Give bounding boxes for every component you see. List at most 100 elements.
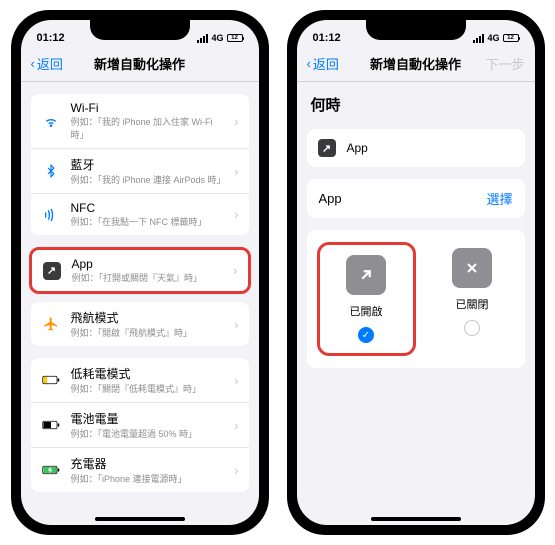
bluetooth-icon bbox=[41, 161, 61, 181]
content-left[interactable]: Wi-Fi 例如：「我的 iPhone 加入住家 Wi-Fi 時」 › 藍牙 例… bbox=[21, 82, 259, 515]
nav-bar: ‹ 返回 新增自動化操作 bbox=[21, 50, 259, 82]
group-connectivity: Wi-Fi 例如：「我的 iPhone 加入住家 Wi-Fi 時」 › 藍牙 例… bbox=[31, 94, 249, 235]
row-app-selected[interactable]: ↗ App bbox=[307, 129, 525, 167]
row-text: NFC 例如：「在我點一下 NFC 標籤時」 bbox=[71, 201, 225, 228]
when-title: 何時 bbox=[297, 82, 535, 117]
row-sub: 例如：「打開或關閉『天氣』時」 bbox=[72, 271, 224, 284]
page-title: 新增自動化操作 bbox=[81, 54, 199, 73]
status-time: 01:12 bbox=[37, 32, 65, 44]
chevron-right-icon: › bbox=[234, 164, 238, 179]
row-nfc[interactable]: NFC 例如：「在我點一下 NFC 標籤時」 › bbox=[31, 194, 249, 235]
row-title: App bbox=[347, 141, 368, 155]
back-button[interactable]: ‹ 返回 bbox=[307, 54, 357, 73]
chevron-right-icon: › bbox=[234, 114, 238, 129]
phone-left: 01:12 4G 12 ‹ 返回 新增自動化操作 bbox=[11, 10, 269, 535]
screen-right: 01:12 4G 12 ‹ 返回 新增自動化操作 下一步 何時 ↗ bbox=[297, 20, 535, 525]
phone-right: 01:12 4G 12 ‹ 返回 新增自動化操作 下一步 何時 ↗ bbox=[287, 10, 545, 535]
close-x-icon bbox=[452, 248, 492, 288]
signal-icon bbox=[473, 34, 484, 43]
notch bbox=[90, 20, 190, 40]
row-text: 電池電量 例如：「電池電量超過 50% 時」 bbox=[71, 410, 225, 440]
chevron-right-icon: › bbox=[234, 373, 238, 388]
row-sub: 例如：「開啟『飛航模式』時」 bbox=[71, 326, 225, 339]
row-sub: 例如：「我的 iPhone 加入住家 Wi-Fi 時」 bbox=[71, 115, 225, 141]
wifi-icon bbox=[41, 111, 61, 131]
back-label: 返回 bbox=[37, 54, 63, 73]
row-lowpower[interactable]: 低耗電模式 例如：「關閉『低耗電模式』時」 › bbox=[31, 358, 249, 403]
option-grid: 已開啟 ✓ 已關閉 bbox=[307, 230, 525, 368]
nfc-icon bbox=[41, 205, 61, 225]
signal-icon bbox=[197, 34, 208, 43]
select-link[interactable]: 選擇 bbox=[486, 189, 512, 208]
battery-icon: 12 bbox=[503, 34, 519, 42]
row-title: 低耗電模式 bbox=[71, 365, 225, 382]
row-title: Wi-Fi bbox=[71, 101, 225, 115]
status-right: 4G 12 bbox=[473, 33, 518, 43]
row-text: App 例如：「打開或關閉『天氣』時」 bbox=[72, 257, 224, 284]
row-title: 飛航模式 bbox=[71, 309, 225, 326]
airplane-icon bbox=[41, 314, 61, 334]
network-label: 4G bbox=[211, 33, 223, 43]
lowpower-icon bbox=[41, 370, 61, 390]
row-title: 藍牙 bbox=[71, 156, 225, 173]
chevron-right-icon: › bbox=[234, 317, 238, 332]
group-app-select: App 選擇 bbox=[307, 179, 525, 218]
chevron-right-icon: › bbox=[233, 263, 237, 278]
chevron-right-icon: › bbox=[234, 207, 238, 222]
radio-unchecked-icon[interactable] bbox=[464, 320, 480, 336]
row-sub: 例如：「在我點一下 NFC 標籤時」 bbox=[71, 215, 225, 228]
option-opened[interactable]: 已開啟 ✓ bbox=[324, 249, 409, 349]
back-button[interactable]: ‹ 返回 bbox=[31, 54, 81, 73]
row-title: 電池電量 bbox=[71, 410, 225, 427]
screen-left: 01:12 4G 12 ‹ 返回 新增自動化操作 bbox=[21, 20, 259, 525]
row-app-picker[interactable]: App 選擇 bbox=[307, 179, 525, 218]
chevron-right-icon: › bbox=[234, 418, 238, 433]
row-bluetooth[interactable]: 藍牙 例如：「我的 iPhone 連接 AirPods 時」 › bbox=[31, 149, 249, 194]
group-airplane: 飛航模式 例如：「開啟『飛航模式』時」 › bbox=[31, 302, 249, 346]
status-right: 4G 12 bbox=[197, 33, 242, 43]
row-text: 低耗電模式 例如：「關閉『低耗電模式』時」 bbox=[71, 365, 225, 395]
option-label: 已開啟 bbox=[350, 303, 383, 319]
group-options: 已開啟 ✓ 已關閉 bbox=[307, 230, 525, 368]
home-indicator[interactable] bbox=[371, 517, 461, 521]
option-label: 已關閉 bbox=[456, 296, 489, 312]
notch bbox=[366, 20, 466, 40]
chevron-left-icon: ‹ bbox=[31, 56, 35, 71]
row-airplane[interactable]: 飛航模式 例如：「開啟『飛航模式』時」 › bbox=[31, 302, 249, 346]
chevron-left-icon: ‹ bbox=[307, 56, 311, 71]
content-right[interactable]: 何時 ↗ App App 選擇 bbox=[297, 82, 535, 515]
charger-icon bbox=[41, 460, 61, 480]
row-text: 充電器 例如：「iPhone 連接電源時」 bbox=[71, 455, 225, 485]
app-icon: ↗ bbox=[317, 138, 337, 158]
page-title: 新增自動化操作 bbox=[357, 54, 475, 73]
app-icon: ↗ bbox=[42, 261, 62, 281]
home-indicator[interactable] bbox=[95, 517, 185, 521]
open-arrow-icon bbox=[346, 255, 386, 295]
row-battery[interactable]: 電池電量 例如：「電池電量超過 50% 時」 › bbox=[31, 403, 249, 448]
row-charger[interactable]: 充電器 例如：「iPhone 連接電源時」 › bbox=[31, 448, 249, 492]
row-app[interactable]: ↗ App 例如：「打開或關閉『天氣』時」 › bbox=[32, 250, 248, 291]
group-power: 低耗電模式 例如：「關閉『低耗電模式』時」 › 電池電量 例如：「電池電量超過 … bbox=[31, 358, 249, 492]
group-when: ↗ App bbox=[307, 129, 525, 167]
app-picker-label: App bbox=[319, 191, 342, 206]
chevron-right-icon: › bbox=[234, 463, 238, 478]
nav-bar: ‹ 返回 新增自動化操作 下一步 bbox=[297, 50, 535, 82]
row-text: 藍牙 例如：「我的 iPhone 連接 AirPods 時」 bbox=[71, 156, 225, 186]
row-text: Wi-Fi 例如：「我的 iPhone 加入住家 Wi-Fi 時」 bbox=[71, 101, 225, 141]
next-button[interactable]: 下一步 bbox=[475, 54, 525, 73]
radio-checked-icon[interactable]: ✓ bbox=[358, 327, 374, 343]
highlight-opened: 已開啟 ✓ bbox=[317, 242, 416, 356]
row-sub: 例如：「關閉『低耗電模式』時」 bbox=[71, 382, 225, 395]
highlight-app: ↗ App 例如：「打開或關閉『天氣』時」 › bbox=[29, 247, 251, 294]
status-time: 01:12 bbox=[313, 32, 341, 44]
row-wifi[interactable]: Wi-Fi 例如：「我的 iPhone 加入住家 Wi-Fi 時」 › bbox=[31, 94, 249, 149]
battery-icon: 12 bbox=[227, 34, 243, 42]
back-label: 返回 bbox=[313, 54, 339, 73]
row-title: NFC bbox=[71, 201, 225, 215]
row-text: 飛航模式 例如：「開啟『飛航模式』時」 bbox=[71, 309, 225, 339]
network-label: 4G bbox=[487, 33, 499, 43]
option-closed[interactable]: 已關閉 bbox=[430, 242, 515, 356]
row-sub: 例如：「iPhone 連接電源時」 bbox=[71, 472, 225, 485]
focus-header: 專注模式 bbox=[21, 504, 259, 515]
row-sub: 例如：「我的 iPhone 連接 AirPods 時」 bbox=[71, 173, 225, 186]
